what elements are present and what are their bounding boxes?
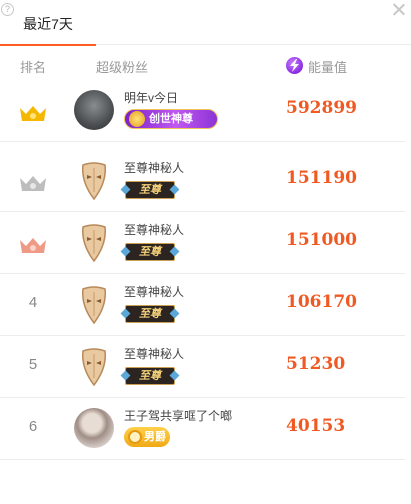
column-header-fan: 超级粉丝	[96, 60, 149, 75]
bronze-crown-icon	[20, 238, 46, 253]
fan-name[interactable]: 至尊神秘人	[124, 221, 184, 238]
level-badge: 男爵	[124, 427, 170, 447]
rank-number: 5	[28, 356, 38, 373]
column-header-rank: 排名	[20, 60, 47, 75]
badge-label: 创世神尊	[149, 113, 193, 125]
energy-value: 151190	[286, 168, 357, 188]
level-badge: 至尊	[125, 305, 175, 323]
level-badge: 至尊	[125, 181, 175, 199]
energy-value: 592899	[286, 98, 357, 118]
table-row[interactable]: 6 王子驾共享哐了个啷 男爵 40153	[0, 398, 405, 460]
column-header-energy: 能量值	[308, 60, 348, 75]
fan-name[interactable]: 至尊神秘人	[124, 159, 184, 176]
fan-name[interactable]: 明年v今日	[124, 89, 178, 106]
energy-value: 51230	[286, 354, 346, 374]
table-row[interactable]: 5 至尊神秘人 至尊 51230	[0, 336, 405, 398]
mask-avatar-icon[interactable]	[80, 286, 108, 324]
mask-avatar-icon[interactable]	[80, 224, 108, 262]
fan-name[interactable]: 王子驾共享哐了个啷	[124, 407, 232, 424]
fan-name[interactable]: 至尊神秘人	[124, 345, 184, 362]
lightning-icon	[286, 57, 303, 74]
energy-value: 40153	[286, 416, 346, 436]
gold-crown-icon	[20, 106, 46, 121]
table-row[interactable]: 4 至尊神秘人 至尊 106170	[0, 274, 405, 336]
tab-recent-7-days[interactable]: 最近7天	[0, 0, 96, 46]
level-badge: 至尊	[125, 367, 175, 385]
rank-number: 4	[28, 294, 38, 311]
badge-icon	[128, 430, 142, 444]
table-row[interactable]: 至尊神秘人 至尊 151000	[0, 212, 405, 274]
level-badge: 至尊	[125, 243, 175, 261]
tab-label: 最近7天	[23, 16, 73, 32]
avatar[interactable]	[74, 408, 114, 448]
tab-active-indicator	[0, 44, 96, 46]
table-row[interactable]: 至尊神秘人 至尊 151190	[0, 150, 405, 212]
badge-label: 男爵	[144, 431, 166, 443]
level-badge: 创世神尊	[124, 109, 218, 129]
mask-avatar-icon[interactable]	[80, 162, 108, 200]
fan-name[interactable]: 至尊神秘人	[124, 283, 184, 300]
mask-avatar-icon[interactable]	[80, 348, 108, 386]
energy-value: 151000	[286, 230, 357, 250]
silver-crown-icon	[20, 176, 46, 191]
avatar[interactable]	[74, 90, 114, 130]
energy-value: 106170	[286, 292, 357, 312]
tab-bar: 最近7天	[0, 0, 411, 46]
table-row[interactable]: 明年v今日 创世神尊 592899	[0, 80, 405, 142]
rank-number: 6	[28, 418, 38, 435]
badge-icon	[129, 111, 145, 127]
